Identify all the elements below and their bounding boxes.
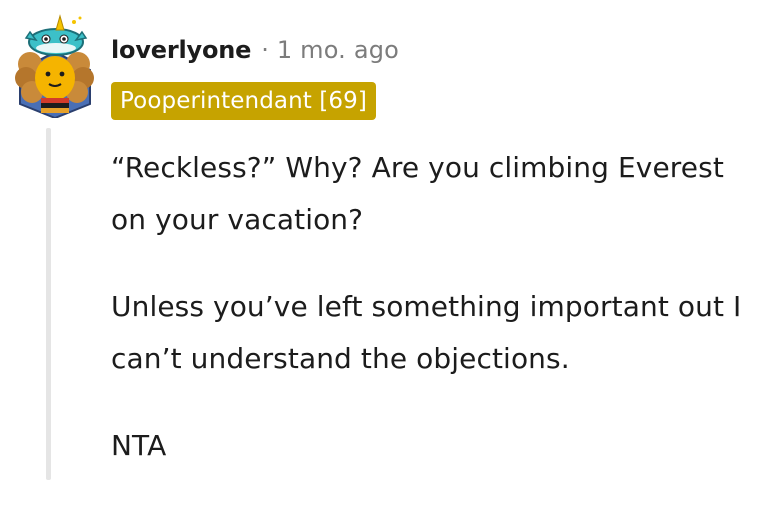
timestamp-link[interactable]: 1 mo. ago [277,36,399,64]
comment-paragraph-1: “Reckless?” Why? Are you climbing Everes… [111,151,724,236]
comment-paragraph-3: NTA [111,429,167,462]
comment: loverlyone · 1 mo. ago Pooperintendant [… [0,0,764,480]
user-avatar-icon[interactable] [12,12,98,120]
comment-body: “Reckless?” Why? Are you climbing Everes… [111,142,761,507]
comment-meta: loverlyone · 1 mo. ago [111,32,399,68]
comment-paragraph-2: Unless you’ve left something important o… [111,290,742,375]
thread-line[interactable] [46,128,51,480]
meta-separator: · [261,36,269,64]
user-flair: Pooperintendant [69] [111,82,376,120]
username-link[interactable]: loverlyone [111,36,251,64]
avatar-illustration [15,14,94,120]
